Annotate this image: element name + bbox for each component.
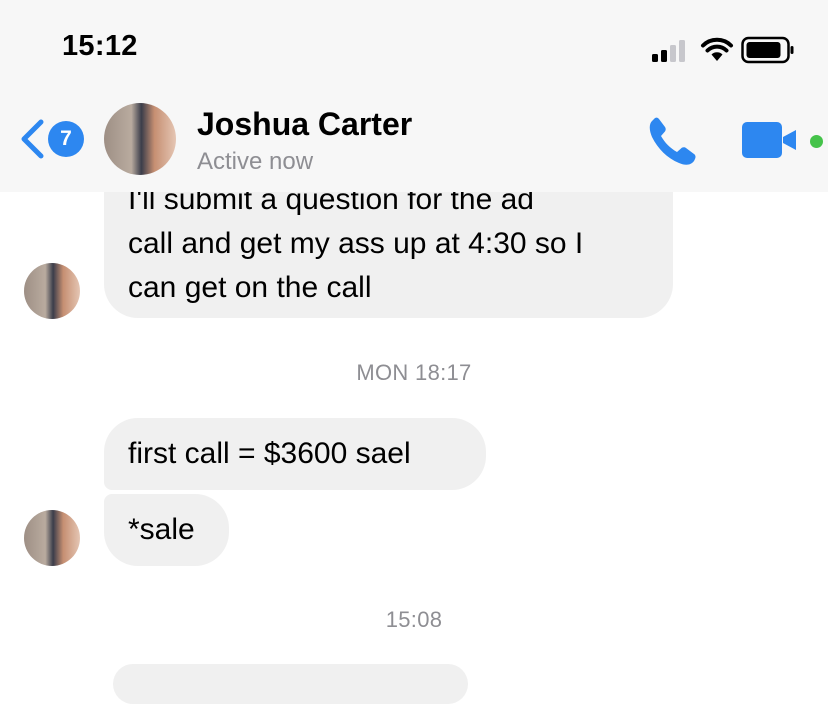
signal-icon [652, 38, 690, 62]
sender-avatar[interactable] [24, 510, 80, 566]
message-line: can get on the call [128, 271, 372, 304]
unread-count-badge: 7 [48, 121, 84, 157]
message-bubble[interactable]: *sale [104, 494, 229, 566]
message-line: call and get my ass up at 4:30 so I [128, 227, 584, 260]
back-button[interactable]: 7 [18, 114, 90, 164]
contact-name[interactable]: Joshua Carter [197, 106, 412, 143]
wifi-icon [701, 37, 733, 61]
message-bubble[interactable]: first call = $3600 sael [104, 418, 486, 490]
contact-active-status: Active now [197, 148, 314, 175]
battery-icon [741, 36, 794, 64]
message-timestamp: 15:08 [385, 607, 443, 632]
message-bubble-partial[interactable] [113, 664, 468, 704]
chat-header: 15:12 7 Joshua Carter Active now [0, 0, 828, 192]
contact-avatar[interactable] [104, 103, 176, 175]
status-bar-time: 15:12 [62, 30, 138, 62]
back-chevron-icon [21, 119, 44, 159]
message-timestamp: MON 18:17 [356, 360, 472, 385]
video-lens-icon [783, 130, 796, 150]
sender-avatar[interactable] [24, 263, 80, 319]
active-status-dot [808, 133, 825, 150]
video-call-button[interactable] [742, 120, 802, 160]
video-camera-icon [742, 122, 782, 158]
phone-icon[interactable] [646, 116, 698, 166]
